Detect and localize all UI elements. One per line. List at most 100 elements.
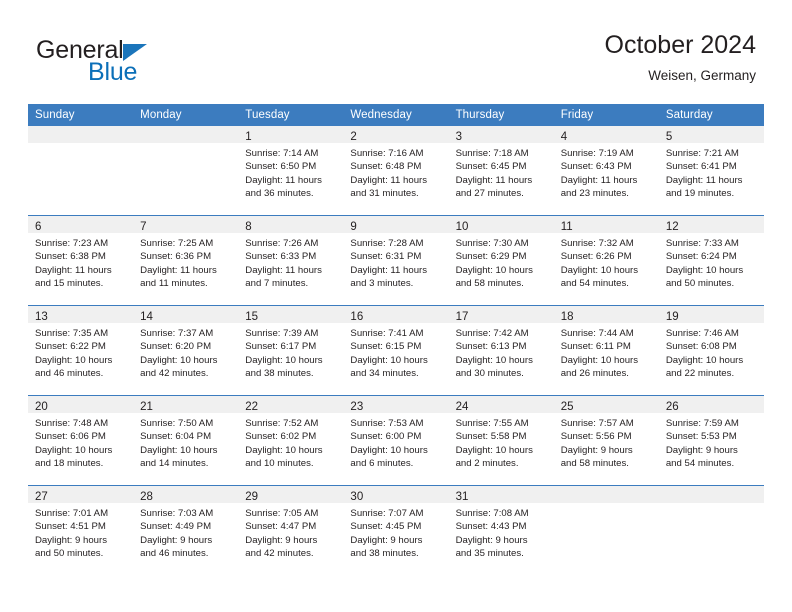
day-cell[interactable]: 20 Sunrise: 7:48 AM Sunset: 6:06 PM Dayl… <box>28 395 134 486</box>
daylight-line-2: and 58 minutes. <box>560 458 629 470</box>
day-cell[interactable]: 6 Sunrise: 7:23 AM Sunset: 6:38 PM Dayli… <box>28 215 134 306</box>
day-cell[interactable]: 28 Sunrise: 7:03 AM Sunset: 4:49 PM Dayl… <box>133 485 239 575</box>
sunset-line: Sunset: 4:43 PM <box>455 521 527 533</box>
day-cell[interactable]: 23 Sunrise: 7:53 AM Sunset: 6:00 PM Dayl… <box>343 395 449 486</box>
day-cell[interactable]: 2 Sunrise: 7:16 AM Sunset: 6:48 PM Dayli… <box>343 126 449 216</box>
day-cell[interactable] <box>658 485 764 575</box>
day-cell[interactable]: 7 Sunrise: 7:25 AM Sunset: 6:36 PM Dayli… <box>133 215 239 306</box>
daylight-line-2: and 50 minutes. <box>665 278 735 290</box>
sunrise-line: Sunrise: 7:18 AM <box>455 148 529 159</box>
sunset-line: Sunset: 6:04 PM <box>140 431 212 443</box>
sunset-line: Sunset: 6:43 PM <box>560 161 632 173</box>
day-cell[interactable]: 8 Sunrise: 7:26 AM Sunset: 6:33 PM Dayli… <box>238 215 344 306</box>
sunset-line: Sunset: 6:41 PM <box>665 161 737 173</box>
page-subtitle: Weisen, Germany <box>648 68 756 83</box>
day-number: 22 <box>245 401 259 413</box>
day-cell[interactable]: 25 Sunrise: 7:57 AM Sunset: 5:56 PM Dayl… <box>553 395 659 486</box>
day-cell[interactable]: 5 Sunrise: 7:21 AM Sunset: 6:41 PM Dayli… <box>658 126 764 216</box>
sunset-line: Sunset: 6:22 PM <box>35 341 106 353</box>
day-cell[interactable]: 21 Sunrise: 7:50 AM Sunset: 6:04 PM Dayl… <box>133 395 239 486</box>
day-cell[interactable] <box>553 485 659 575</box>
day-cell[interactable]: 12 Sunrise: 7:33 AM Sunset: 6:24 PM Dayl… <box>658 215 764 306</box>
daylight-line-1: Daylight: 11 hours <box>350 264 428 276</box>
day-cell[interactable]: 26 Sunrise: 7:59 AM Sunset: 5:53 PM Dayl… <box>658 395 764 486</box>
day-cell[interactable]: 9 Sunrise: 7:28 AM Sunset: 6:31 PM Dayli… <box>343 215 449 306</box>
daylight-line-2: and 34 minutes. <box>350 368 419 380</box>
day-cell[interactable]: 1 Sunrise: 7:14 AM Sunset: 6:50 PM Dayli… <box>238 126 344 216</box>
day-cell[interactable]: 29 Sunrise: 7:05 AM Sunset: 4:47 PM Dayl… <box>238 485 344 575</box>
day-number: 21 <box>140 401 153 413</box>
day-cell[interactable]: 3 Sunrise: 7:18 AM Sunset: 6:45 PM Dayli… <box>448 126 554 216</box>
day-number-band: 15 <box>238 306 344 323</box>
daylight-line-1: Daylight: 11 hours <box>245 264 322 276</box>
sunset-line: Sunset: 6:08 PM <box>665 341 737 353</box>
sunrise-line: Sunrise: 7:50 AM <box>140 418 214 429</box>
weekday-header-tuesday: Tuesday <box>238 104 344 126</box>
day-details: Sunrise: 7:52 AM Sunset: 6:02 PM Dayligh… <box>238 413 343 471</box>
day-cell[interactable]: 11 Sunrise: 7:32 AM Sunset: 6:26 PM Dayl… <box>553 215 659 306</box>
day-cell[interactable] <box>133 126 239 216</box>
sunrise-line: Sunrise: 7:59 AM <box>665 418 739 429</box>
daylight-line-1: Daylight: 10 hours <box>665 264 744 276</box>
day-cell[interactable]: 18 Sunrise: 7:44 AM Sunset: 6:11 PM Dayl… <box>553 305 659 396</box>
daylight-line-1: Daylight: 10 hours <box>140 444 218 456</box>
brand-name-blue: Blue <box>88 58 138 86</box>
daylight-line-1: Daylight: 10 hours <box>245 354 323 366</box>
day-cell[interactable]: 30 Sunrise: 7:07 AM Sunset: 4:45 PM Dayl… <box>343 485 449 575</box>
day-number-band <box>553 486 659 503</box>
day-number-band: 20 <box>28 396 134 413</box>
day-cell[interactable]: 4 Sunrise: 7:19 AM Sunset: 6:43 PM Dayli… <box>553 126 659 216</box>
daylight-line-1: Daylight: 10 hours <box>245 444 323 456</box>
day-cell[interactable]: 14 Sunrise: 7:37 AM Sunset: 6:20 PM Dayl… <box>133 305 239 396</box>
day-cell[interactable]: 27 Sunrise: 7:01 AM Sunset: 4:51 PM Dayl… <box>28 485 134 575</box>
day-number-band: 16 <box>343 306 449 323</box>
day-cell[interactable]: 13 Sunrise: 7:35 AM Sunset: 6:22 PM Dayl… <box>28 305 134 396</box>
day-details: Sunrise: 7:59 AM Sunset: 5:53 PM Dayligh… <box>659 413 764 471</box>
day-cell[interactable]: 19 Sunrise: 7:46 AM Sunset: 6:08 PM Dayl… <box>658 305 764 396</box>
daylight-line-1: Daylight: 11 hours <box>35 264 112 276</box>
day-number: 20 <box>35 401 48 413</box>
daylight-line-1: Daylight: 9 hours <box>560 444 633 456</box>
weekday-header-friday: Friday <box>553 104 659 126</box>
daylight-line-2: and 3 minutes. <box>350 278 414 290</box>
calendar-body: 1 Sunrise: 7:14 AM Sunset: 6:50 PM Dayli… <box>28 126 764 575</box>
day-cell[interactable]: 17 Sunrise: 7:42 AM Sunset: 6:13 PM Dayl… <box>448 305 554 396</box>
day-number: 8 <box>245 221 252 233</box>
brand-logo[interactable]: General Blue <box>36 38 266 94</box>
week-row: 13 Sunrise: 7:35 AM Sunset: 6:22 PM Dayl… <box>28 305 764 396</box>
day-cell[interactable] <box>28 126 134 216</box>
daylight-line-2: and 42 minutes. <box>245 548 314 560</box>
sunset-line: Sunset: 6:20 PM <box>140 341 212 353</box>
day-cell[interactable]: 22 Sunrise: 7:52 AM Sunset: 6:02 PM Dayl… <box>238 395 344 486</box>
day-details: Sunrise: 7:18 AM Sunset: 6:45 PM Dayligh… <box>449 143 554 201</box>
day-cell[interactable]: 10 Sunrise: 7:30 AM Sunset: 6:29 PM Dayl… <box>448 215 554 306</box>
daylight-line-2: and 50 minutes. <box>35 548 104 560</box>
day-number: 26 <box>665 401 679 413</box>
daylight-line-1: Daylight: 9 hours <box>455 534 528 546</box>
day-cell[interactable]: 24 Sunrise: 7:55 AM Sunset: 5:58 PM Dayl… <box>448 395 554 486</box>
day-details: Sunrise: 7:05 AM Sunset: 4:47 PM Dayligh… <box>238 503 343 561</box>
day-number: 4 <box>560 131 568 143</box>
day-details: Sunrise: 7:53 AM Sunset: 6:00 PM Dayligh… <box>343 413 448 471</box>
day-details: Sunrise: 7:25 AM Sunset: 6:36 PM Dayligh… <box>133 233 238 291</box>
daylight-line-1: Daylight: 11 hours <box>140 264 217 276</box>
day-details: Sunrise: 7:37 AM Sunset: 6:20 PM Dayligh… <box>133 323 238 381</box>
weekday-header-sunday: Sunday <box>28 104 134 126</box>
daylight-line-2: and 27 minutes. <box>455 188 524 200</box>
day-details: Sunrise: 7:01 AM Sunset: 4:51 PM Dayligh… <box>28 503 133 561</box>
week-row: 6 Sunrise: 7:23 AM Sunset: 6:38 PM Dayli… <box>28 215 764 306</box>
sunrise-line: Sunrise: 7:07 AM <box>350 508 424 519</box>
daylight-line-1: Daylight: 11 hours <box>245 174 322 186</box>
daylight-line-1: Daylight: 10 hours <box>560 354 639 366</box>
day-number-band: 29 <box>238 486 344 503</box>
daylight-line-1: Daylight: 10 hours <box>350 444 428 456</box>
day-number: 3 <box>455 131 462 143</box>
daylight-line-2: and 22 minutes. <box>665 368 735 380</box>
day-cell[interactable]: 15 Sunrise: 7:39 AM Sunset: 6:17 PM Dayl… <box>238 305 344 396</box>
day-cell[interactable]: 31 Sunrise: 7:08 AM Sunset: 4:43 PM Dayl… <box>448 485 554 575</box>
day-cell[interactable]: 16 Sunrise: 7:41 AM Sunset: 6:15 PM Dayl… <box>343 305 449 396</box>
daylight-line-2: and 35 minutes. <box>455 548 524 560</box>
daylight-line-2: and 46 minutes. <box>35 368 104 380</box>
daylight-line-1: Daylight: 10 hours <box>560 264 639 276</box>
day-number: 28 <box>140 491 153 503</box>
